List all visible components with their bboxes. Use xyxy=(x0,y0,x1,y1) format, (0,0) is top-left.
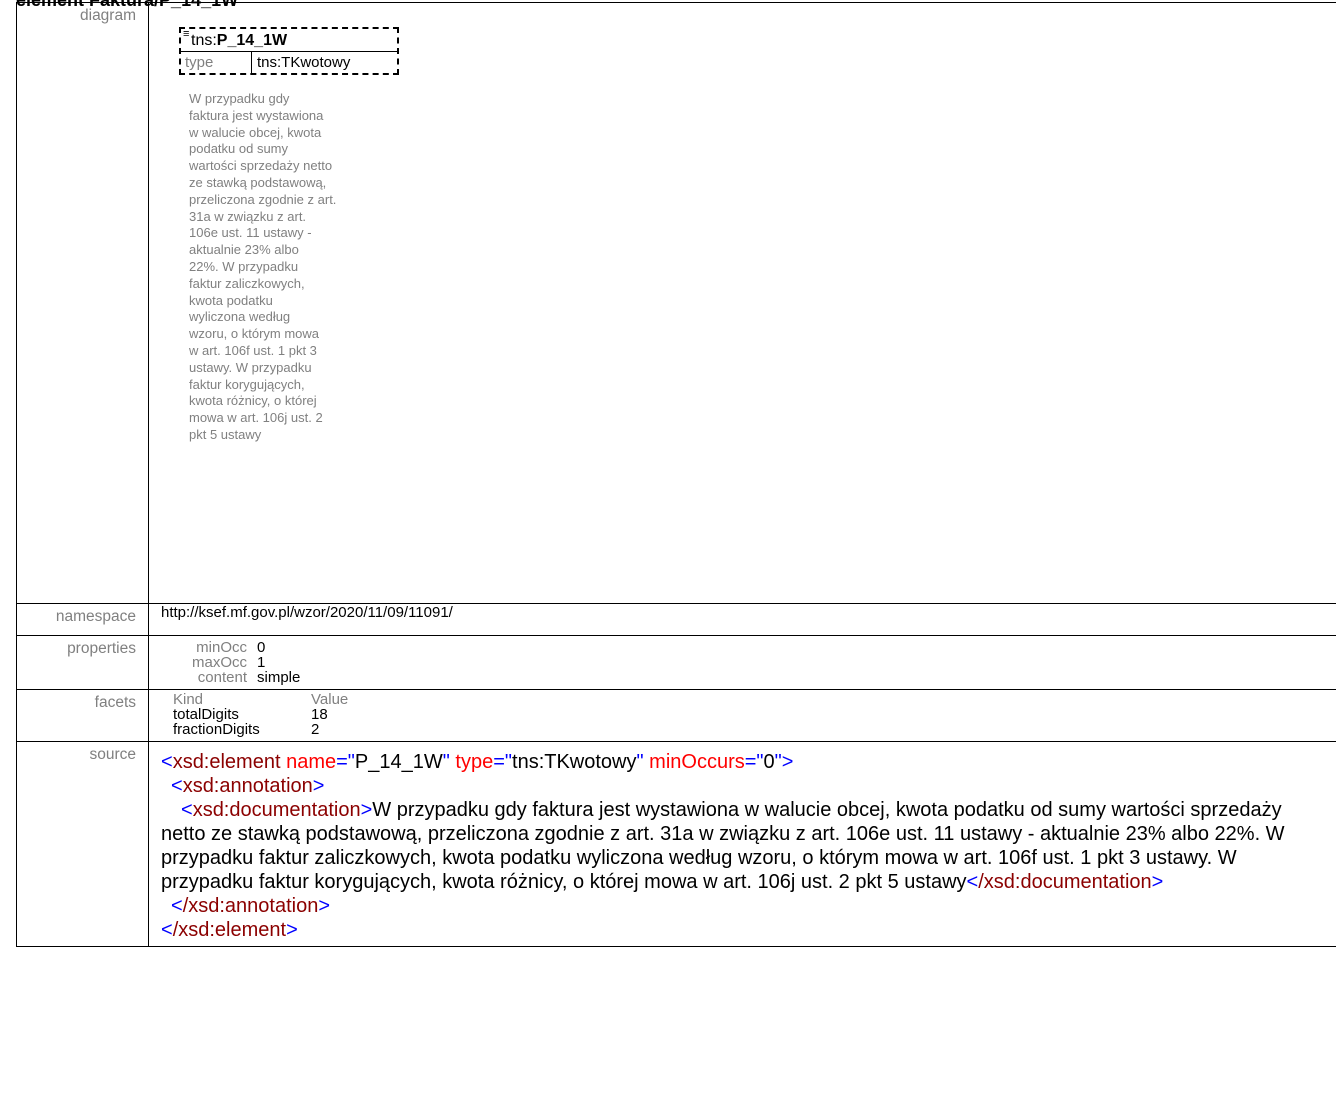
property-key: minOcc xyxy=(196,639,247,656)
source-tag: xsd:documentation xyxy=(192,799,361,821)
facet-value: 2 xyxy=(311,721,320,738)
source-tag: /xsd:annotation xyxy=(182,895,319,917)
type-value[interactable]: tns:TKwotowy xyxy=(257,54,350,71)
source-tag: /xsd:documentation xyxy=(978,871,1152,893)
source-attr: minOccurs xyxy=(649,751,745,773)
element-documentation: W przypadku gdy faktura jest wystawiona … xyxy=(189,91,337,442)
element-divider xyxy=(181,51,397,52)
diagram-cell: ≡ tns:P_14_1W type tns:TKwotowy W przypa… xyxy=(148,2,1336,604)
namespace-row: namespace http://ksef.mf.gov.pl/wzor/202… xyxy=(16,603,1336,636)
facets-header-value: Value xyxy=(311,691,349,708)
facet-kind: totalDigits xyxy=(173,706,239,723)
property-value: 0 xyxy=(257,639,266,656)
facets-grid: Kind Value totalDigits 18 fractionDigits… xyxy=(173,690,1336,741)
source-tag: xsd:element xyxy=(172,751,281,773)
source-line-close-annotation: </xsd:annotation> xyxy=(171,895,331,917)
type-key: type xyxy=(185,54,214,71)
source-row: source <xsd:element name="P_14_1W" type=… xyxy=(16,741,1336,947)
properties-label: properties xyxy=(16,635,149,690)
property-value: 1 xyxy=(257,654,266,671)
source-attr-value: P_14_1W xyxy=(354,751,443,773)
source-cell: <xsd:element name="P_14_1W" type="tns:TK… xyxy=(148,741,1336,947)
facets-header-kind: Kind xyxy=(173,691,204,708)
source-line-annotation: <xsd:annotation> xyxy=(171,775,325,797)
source-attr-value: 0 xyxy=(763,751,775,773)
diagram-label: diagram xyxy=(16,2,149,604)
element-diagram: ≡ tns:P_14_1W type tns:TKwotowy W przypa… xyxy=(161,3,1336,603)
property-value: simple xyxy=(257,669,301,686)
source-label: source xyxy=(16,741,149,947)
facet-kind: fractionDigits xyxy=(173,721,260,738)
source-line-element: <xsd:element name="P_14_1W" type="tns:TK… xyxy=(161,751,794,773)
property-key: maxOcc xyxy=(191,654,247,671)
element-box[interactable]: ≡ tns:P_14_1W type tns:TKwotowy xyxy=(179,27,399,75)
properties-cell: minOcc 0 maxOcc 1 content simple xyxy=(148,635,1336,690)
element-prefix: tns: xyxy=(191,32,217,49)
properties-grid: minOcc 0 maxOcc 1 content simple xyxy=(173,636,1336,689)
documentation-icon: ≡ xyxy=(183,28,190,40)
facet-value: 18 xyxy=(311,706,328,723)
namespace-label: namespace xyxy=(16,603,149,636)
properties-row: properties minOcc 0 maxOcc 1 content sim… xyxy=(16,635,1336,690)
facets-cell: Kind Value totalDigits 18 fractionDigits… xyxy=(148,689,1336,742)
source-line-documentation: <xsd:documentation>W przypadku gdy faktu… xyxy=(161,799,1285,893)
source-line-close-element: </xsd:element> xyxy=(161,919,298,941)
property-key: content xyxy=(197,669,247,686)
namespace-value: http://ksef.mf.gov.pl/wzor/2020/11/09/11… xyxy=(148,603,1336,636)
element-local-name: P_14_1W xyxy=(216,32,288,49)
source-attr-value: tns:TKwotowy xyxy=(512,751,637,773)
source-tag: xsd:annotation xyxy=(182,775,313,797)
diagram-row: diagram ≡ tns:P_14_1W type tns:TKwotowy … xyxy=(16,2,1336,604)
facets-row: facets Kind Value totalDigits 18 fractio… xyxy=(16,689,1336,742)
type-divider xyxy=(251,51,252,73)
source-attr: name xyxy=(286,751,337,773)
element-name: tns:P_14_1W xyxy=(191,32,287,50)
source-attr: type xyxy=(455,751,494,773)
source-tag: /xsd:element xyxy=(172,919,287,941)
source-code: <xsd:element name="P_14_1W" type="tns:TK… xyxy=(161,742,1336,946)
element-doc-table: diagram ≡ tns:P_14_1W type tns:TKwotowy … xyxy=(16,2,1336,947)
facets-label: facets xyxy=(16,689,149,742)
